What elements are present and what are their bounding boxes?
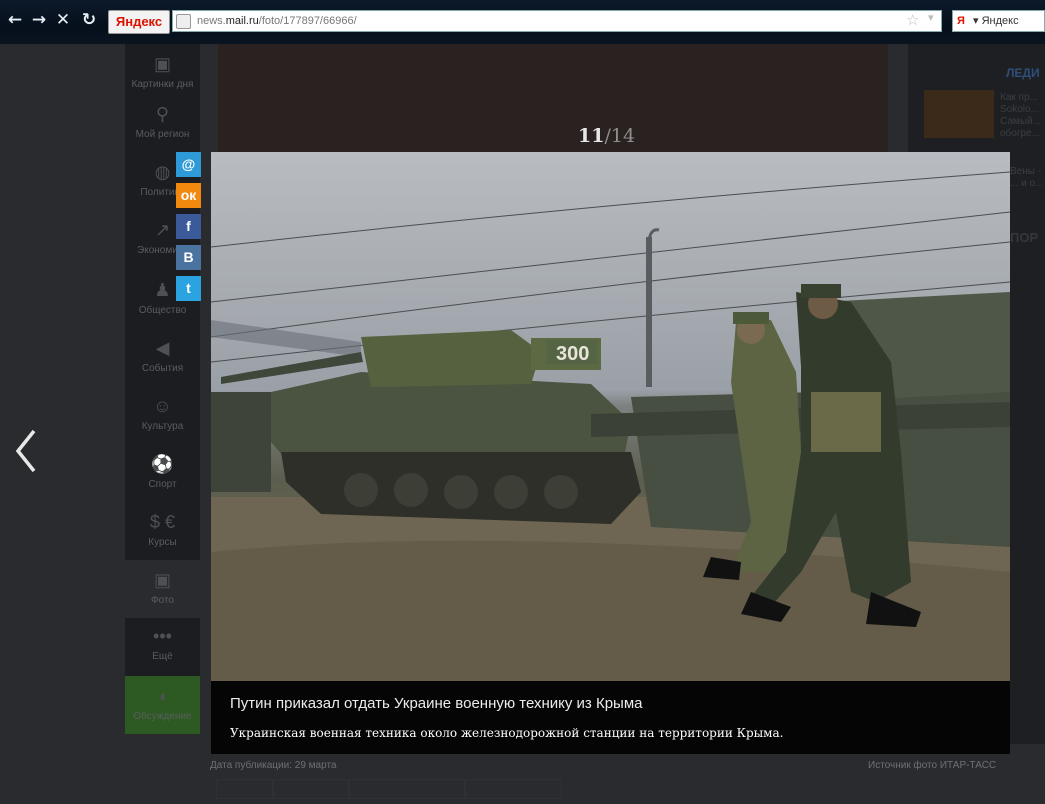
nav-item[interactable]: ◖ Обсуждение [125,676,200,734]
nav-item-icon: ☺ [153,396,172,416]
bookmark-star-icon[interactable]: ☆ [906,11,919,29]
odnoklassniki-share-icon[interactable]: ок [176,183,201,208]
bottom-tab[interactable] [216,779,274,799]
yandex-logo-button[interactable]: Яндекс [108,10,170,34]
bottom-tab[interactable] [348,779,466,799]
nav-item-label: Культура [141,421,184,432]
browser-toolbar: ← → ✕ ↻ Яндекс news.mail.ru/foto/177897/… [0,0,1045,44]
nav-item-icon: $ € [149,512,176,532]
reload-button[interactable]: ↻ [78,9,100,31]
left-navigation: ▣ Картинки дня ⚲ Мой регион ◍ Политика ↗ Эконом… [125,44,200,734]
nav-item-label: Общество [138,305,187,316]
bottom-tabs [216,779,576,799]
photo-counter: 11/14 [578,125,635,147]
nav-item-label: Спорт [148,479,177,490]
url-domain: mail.ru [225,15,259,27]
publication-date: Дата публикации: 29 марта [210,760,337,771]
nav-item-label: Фото [151,595,174,606]
search-box[interactable]: Я ▾ Яндекс [952,10,1045,32]
nav-item-label: Курсы [148,537,177,548]
background-article-image [218,44,888,152]
address-bar[interactable]: news.mail.ru/foto/177897/66966/ [172,10,942,32]
nav-item-icon: ••• [153,626,172,646]
facebook-share-icon[interactable]: f [176,214,201,239]
forward-button[interactable]: → [28,9,50,31]
nav-item-label: Картинки дня [131,79,194,90]
right-column-thumbnail[interactable] [924,90,994,138]
nav-item-icon: ▣ [153,54,171,74]
twitter-share-icon[interactable]: t [176,276,201,301]
right-column-section: ПОР [1010,230,1039,245]
nav-item[interactable]: ⚲ Мой регион [125,94,200,152]
back-button[interactable]: ← [4,9,26,31]
stop-button[interactable]: ✕ [52,9,74,31]
nav-item-icon: ▣ [153,570,171,590]
right-column-item[interactable]: Вены - ... и о... [1010,166,1045,190]
nav-item-label: Обсуждение [133,711,192,722]
url-path: /foto/177897/66966/ [258,15,357,27]
nav-item-icon: ⚲ [155,104,170,124]
nav-item[interactable]: ◀ События [125,328,200,386]
nav-item-label: Ещё [152,651,173,662]
nav-item-icon: ◀ [155,338,170,358]
nav-item-icon: ⚽ [151,454,174,474]
bottom-tab[interactable] [464,779,562,799]
mail-ru-share-icon[interactable]: @ [176,152,201,177]
right-column-title[interactable]: ЛЕДИ [1006,66,1040,80]
previous-photo-arrow-icon[interactable] [12,425,44,477]
site-favicon-icon [176,14,191,29]
nav-item-icon: ◖ [157,686,168,706]
caption-text: Украинская военная техника около железно… [230,726,784,740]
nav-item-label: Мой регион [135,129,190,140]
nav-item[interactable]: $ € Курсы [125,502,200,560]
main-photo[interactable]: 300 [211,152,1010,681]
vkontakte-share-icon[interactable]: В [176,245,201,270]
photo-source: Источник фото ИТАР-ТАСС [868,760,997,771]
right-column-item[interactable]: Как пр... Sokolo... Самый... обогре... [1000,92,1045,140]
nav-item[interactable]: ••• Ещё [125,616,200,674]
photo-scene: 300 [211,171,1010,681]
url-domain-prefix: news. [197,15,226,27]
url-dropdown-icon[interactable]: ▾ [928,11,934,24]
caption-title[interactable]: Путин приказал отдать Украине военную те… [230,695,643,712]
nav-item[interactable]: ☺ Культура [125,386,200,444]
search-engine-label: ▾ Яндекс [973,15,1019,27]
tank-number-label: 300 [556,343,589,365]
yandex-search-logo: Я [957,15,965,27]
nav-item[interactable]: ▣ Фото [125,560,200,618]
nav-item[interactable]: ⚽ Спорт [125,444,200,502]
bottom-tab[interactable] [272,779,350,799]
total-photo-count: /14 [604,125,636,147]
nav-item-label: События [141,363,184,374]
current-photo-number: 11 [578,125,605,147]
photo-caption: Путин приказал отдать Украине военную те… [211,681,1010,754]
